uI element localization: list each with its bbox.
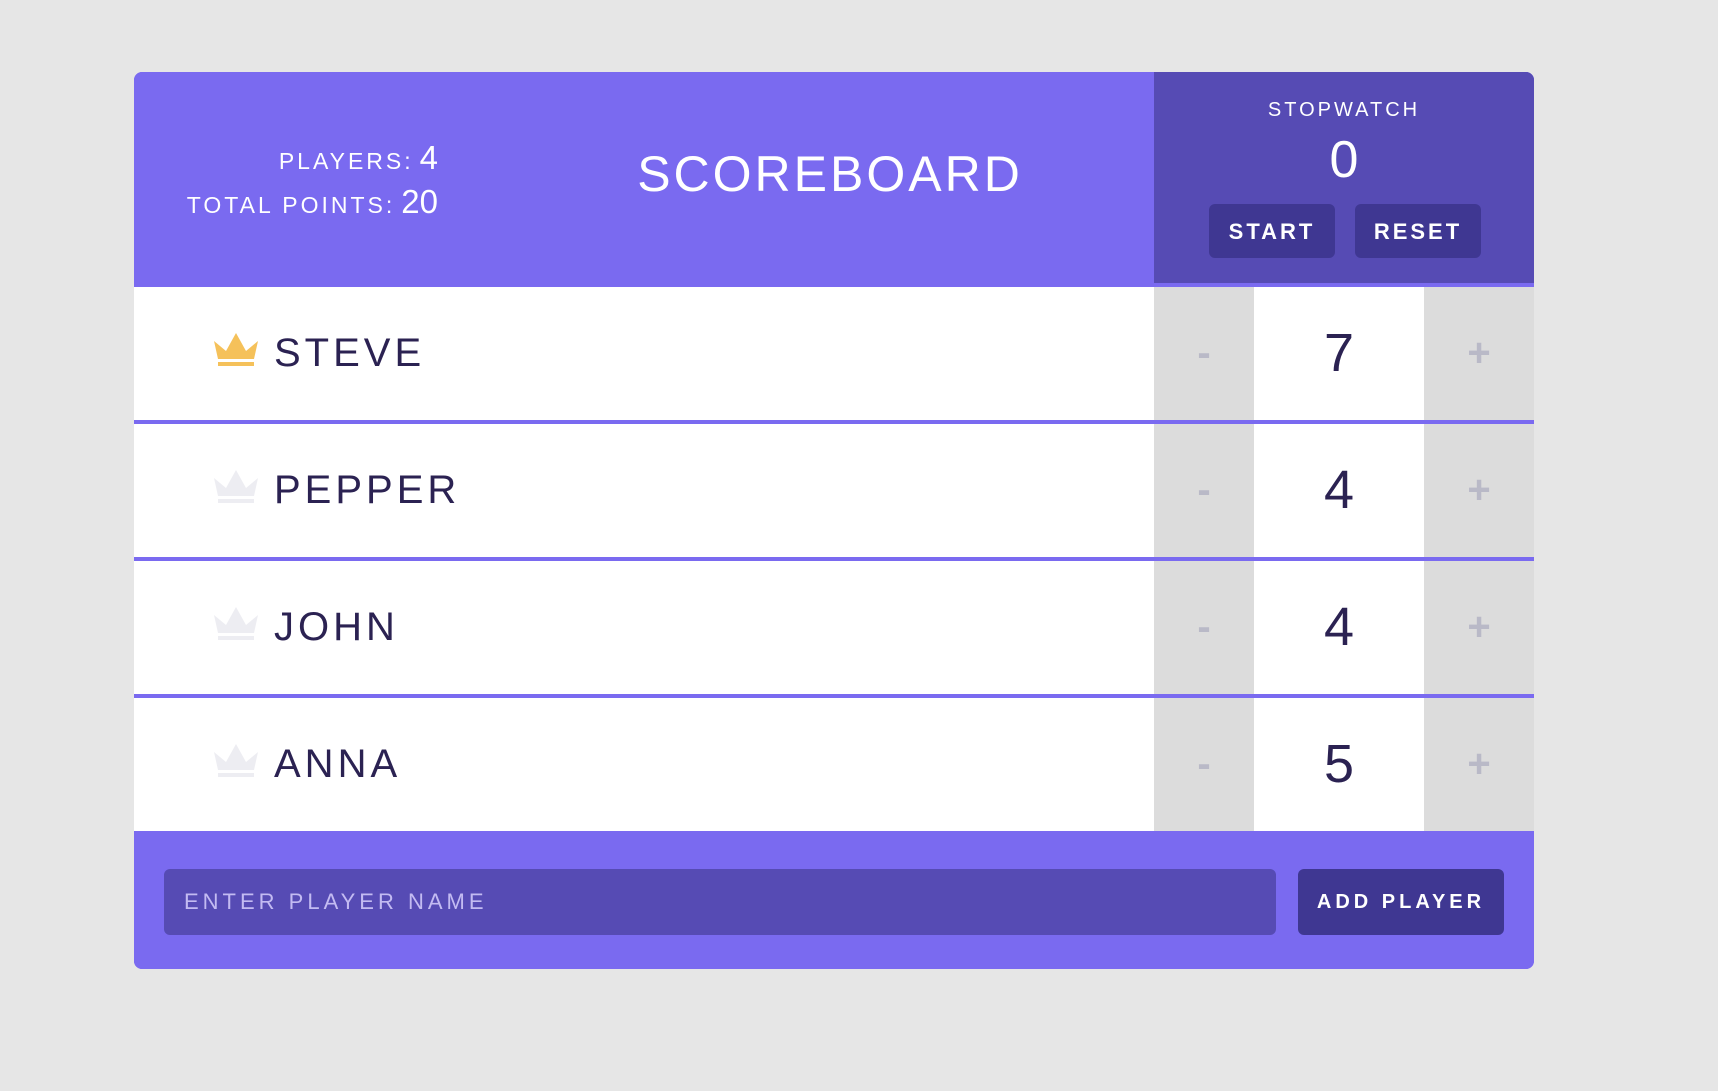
add-player-form: ADD PLAYER — [134, 839, 1534, 969]
page-title: SCOREBOARD — [637, 146, 1023, 202]
score-counter: - 4 + — [1154, 561, 1534, 694]
increment-button[interactable]: + — [1424, 698, 1534, 831]
player-row: ANNA - 5 + — [134, 698, 1534, 831]
add-player-button[interactable]: ADD PLAYER — [1298, 869, 1504, 935]
stats: PLAYERS: 4 TOTAL POINTS: 20 — [187, 136, 438, 224]
player-row: PEPPER - 4 + — [134, 424, 1534, 557]
player-score: 5 — [1254, 698, 1424, 831]
player-name-cell: PEPPER — [134, 424, 1154, 557]
score-counter: - 4 + — [1154, 424, 1534, 557]
start-button[interactable]: START — [1209, 204, 1335, 258]
stopwatch-title: STOPWATCH — [1267, 99, 1421, 121]
total-points-value: 20 — [401, 183, 438, 220]
player-name: STEVE — [274, 331, 426, 375]
increment-button[interactable]: + — [1424, 424, 1534, 557]
decrement-button[interactable]: - — [1154, 561, 1254, 694]
decrement-button[interactable]: - — [1154, 424, 1254, 557]
stopwatch: STOPWATCH 0 START RESET — [1154, 72, 1534, 283]
players-count: 4 — [419, 139, 438, 176]
total-points-stat: TOTAL POINTS: 20 — [187, 180, 438, 224]
player-name: JOHN — [274, 605, 399, 649]
player-name: ANNA — [274, 742, 402, 786]
player-row: STEVE - 7 + — [134, 287, 1534, 420]
increment-button[interactable]: + — [1424, 287, 1534, 420]
reset-button[interactable]: RESET — [1355, 204, 1481, 258]
players-stat: PLAYERS: 4 — [187, 136, 438, 180]
crown-icon — [214, 607, 258, 640]
total-points-label: TOTAL POINTS: — [186, 192, 396, 218]
players-label: PLAYERS: — [278, 148, 414, 174]
player-score: 7 — [1254, 287, 1424, 420]
player-name-cell: ANNA — [134, 698, 1154, 831]
crown-icon — [214, 744, 258, 777]
crown-icon — [214, 333, 258, 366]
increment-button[interactable]: + — [1424, 561, 1534, 694]
player-name-cell: JOHN — [134, 561, 1154, 694]
player-row: JOHN - 4 + — [134, 561, 1534, 694]
player-score: 4 — [1254, 424, 1424, 557]
scoreboard: PLAYERS: 4 TOTAL POINTS: 20 SCOREBOARD STO… — [134, 72, 1534, 969]
decrement-button[interactable]: - — [1154, 698, 1254, 831]
player-score: 4 — [1254, 561, 1424, 694]
crown-icon — [214, 470, 258, 503]
decrement-button[interactable]: - — [1154, 287, 1254, 420]
player-name-input[interactable] — [164, 869, 1276, 935]
stopwatch-time: 0 — [1329, 131, 1359, 189]
scoreboard-header: PLAYERS: 4 TOTAL POINTS: 20 SCOREBOARD STO… — [134, 72, 1534, 283]
score-counter: - 5 + — [1154, 698, 1534, 831]
player-name: PEPPER — [274, 468, 461, 512]
score-counter: - 7 + — [1154, 287, 1534, 420]
player-name-cell: STEVE — [134, 287, 1154, 420]
